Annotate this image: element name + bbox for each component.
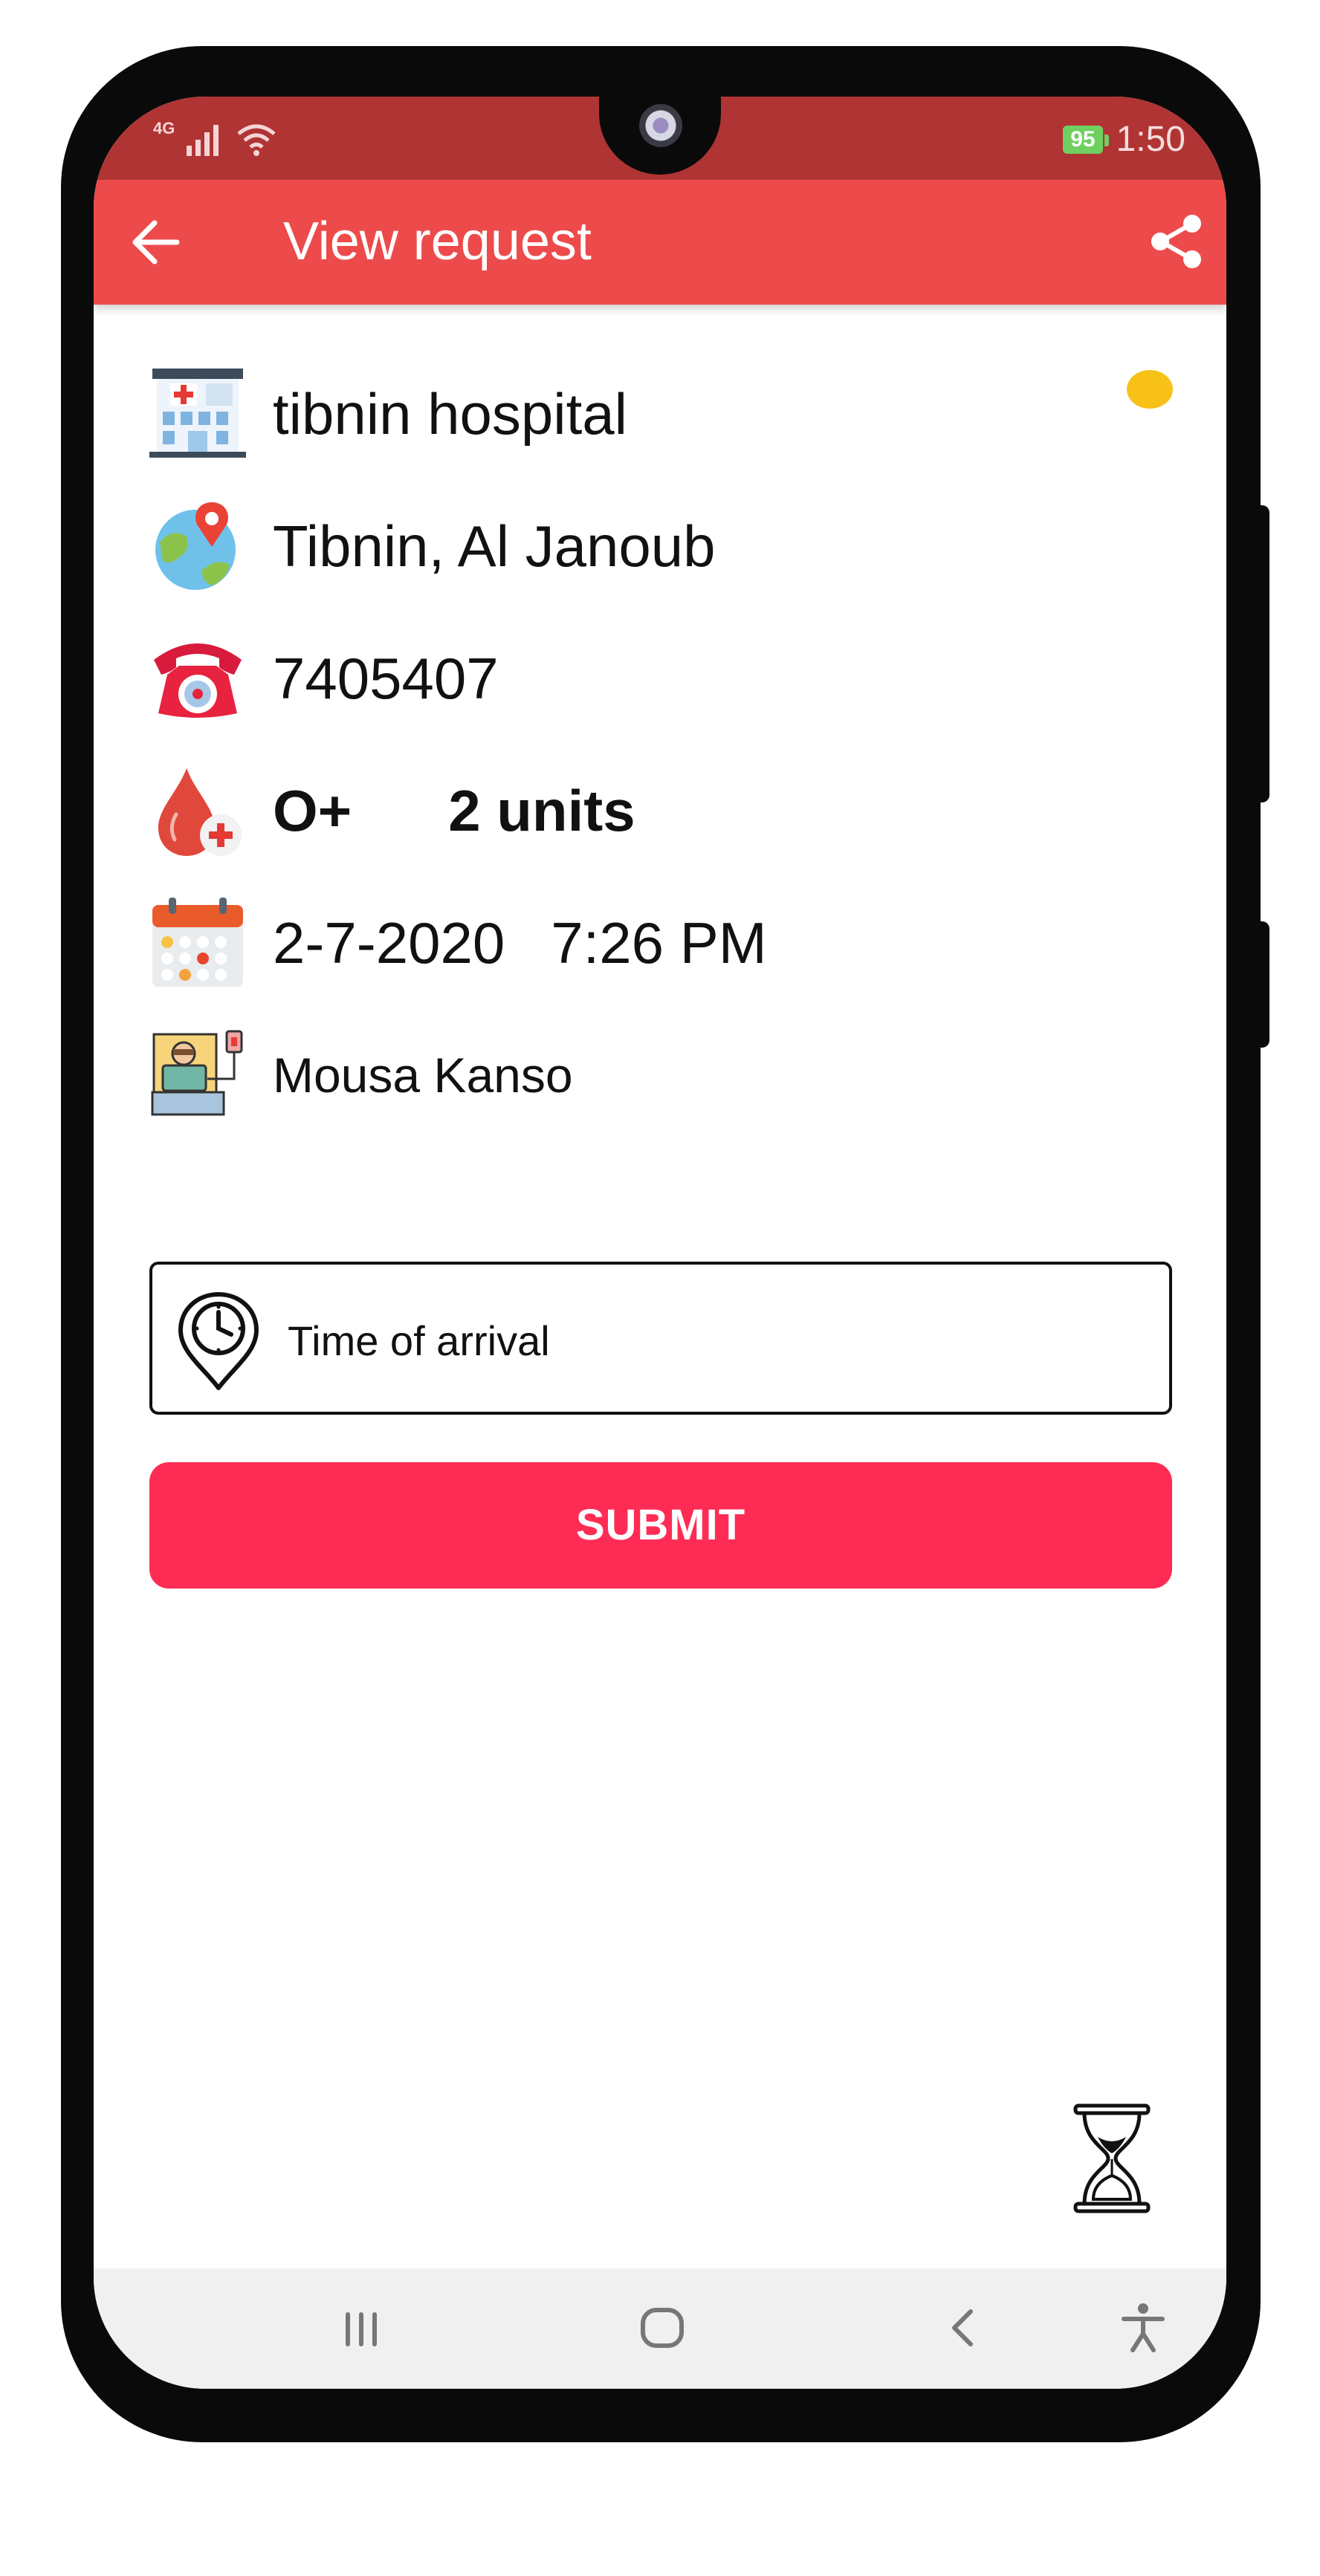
share-icon xyxy=(1151,215,1201,268)
wifi-icon xyxy=(237,124,276,156)
power-button xyxy=(1259,505,1269,802)
system-back-button[interactable] xyxy=(934,2298,993,2358)
page-title: View request xyxy=(283,212,592,271)
home-button[interactable] xyxy=(632,2298,692,2358)
phone-number: 7405407 xyxy=(273,645,499,711)
telephone-icon xyxy=(154,643,242,718)
time-of-arrival-field[interactable] xyxy=(149,1262,1172,1415)
home-icon xyxy=(641,2308,684,2348)
request-status-dot xyxy=(1127,370,1173,409)
location-row: Tibnin, Al Janoub xyxy=(149,498,716,594)
back-button[interactable] xyxy=(129,218,181,266)
hospital-row: tibnin hospital xyxy=(149,366,627,462)
location-text: Tibnin, Al Janoub xyxy=(273,513,716,579)
recent-apps-button[interactable] xyxy=(331,2298,391,2358)
calendar-icon xyxy=(152,898,243,987)
system-nav-bar xyxy=(94,2268,1226,2389)
status-icons: 4G xyxy=(153,117,277,162)
accessibility-button[interactable] xyxy=(1113,2298,1173,2358)
hospital-icon xyxy=(149,369,246,458)
network-type-label: 4G xyxy=(153,119,175,137)
clock-pin-icon xyxy=(178,1292,259,1390)
patient-bed-icon xyxy=(151,1030,243,1116)
recent-apps-icon xyxy=(346,2312,377,2346)
arrow-left-icon xyxy=(132,220,180,265)
app-bar: View request xyxy=(94,180,1226,305)
phone-row: 7405407 xyxy=(149,630,499,727)
status-clock: 1:50 xyxy=(1116,120,1185,159)
request-date: 2-7-2020 xyxy=(273,909,505,976)
blood-type: O+ xyxy=(273,777,352,843)
request-time: 7:26 PM xyxy=(551,909,767,976)
signal-icon xyxy=(187,125,219,156)
blood-drop-icon xyxy=(158,768,242,856)
patient-row: Mousa Kanso xyxy=(149,1027,573,1123)
blood-units: 2 units xyxy=(448,777,635,843)
screen: 4G 95 1:50 View request tibnin hospital … xyxy=(94,97,1226,2389)
hospital-name: tibnin hospital xyxy=(273,380,627,447)
globe-location-icon xyxy=(155,502,236,590)
submit-button[interactable]: SUBMIT xyxy=(149,1462,1172,1589)
hourglass-icon[interactable] xyxy=(1071,2103,1153,2214)
status-right: 95 1:50 xyxy=(1063,119,1185,160)
blood-row: O+ 2 units xyxy=(149,762,635,859)
chevron-left-icon xyxy=(952,2309,973,2346)
share-button[interactable] xyxy=(1148,212,1206,270)
volume-button xyxy=(1259,921,1269,1048)
front-camera xyxy=(639,104,682,147)
battery-indicator: 95 xyxy=(1063,125,1110,154)
accessibility-icon xyxy=(1122,2303,1165,2352)
time-of-arrival-input[interactable] xyxy=(286,1299,1144,1382)
patient-name: Mousa Kanso xyxy=(273,1048,573,1103)
date-row: 2-7-2020 7:26 PM xyxy=(149,895,767,991)
